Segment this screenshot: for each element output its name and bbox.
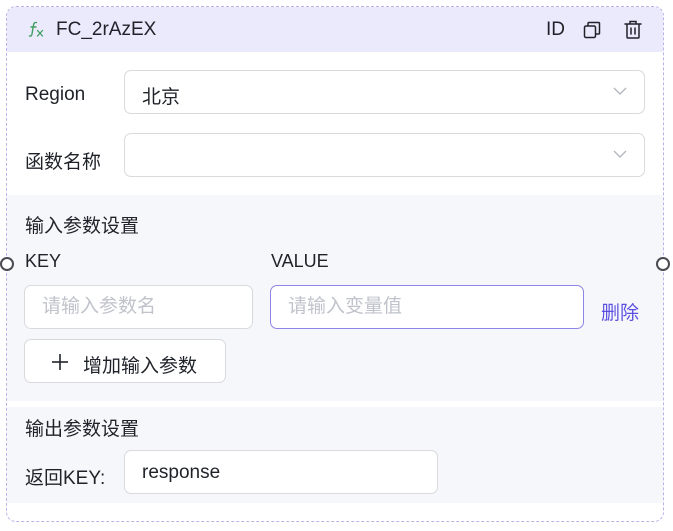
region-label: Region: [25, 84, 86, 105]
id-button[interactable]: ID: [546, 19, 565, 41]
delete-param-link[interactable]: 删除: [601, 298, 639, 325]
return-key-input[interactable]: response: [124, 450, 438, 494]
region-select[interactable]: 北京: [124, 70, 645, 114]
function-node[interactable]: FC_2rAzEX ID Region 北京 函数名称 输入参数设置 KEY V…: [6, 6, 664, 522]
value-column-header: VALUE: [271, 251, 329, 271]
chevron-down-icon: [613, 150, 627, 158]
region-select-value: 北京: [142, 87, 181, 108]
output-params-title: 输出参数设置: [25, 419, 140, 440]
chevron-down-icon: [613, 87, 627, 95]
return-key-label: 返回KEY:: [25, 468, 106, 489]
add-input-param-button[interactable]: 增加输入参数: [24, 339, 226, 383]
input-params-title: 输入参数设置: [25, 216, 140, 237]
node-header[interactable]: FC_2rAzEX ID: [7, 7, 663, 52]
function-name-select[interactable]: [124, 133, 645, 177]
input-connection-handle[interactable]: [0, 257, 14, 271]
return-key-value: response: [142, 462, 221, 483]
param-value-input[interactable]: [270, 285, 584, 329]
trash-icon[interactable]: [624, 20, 642, 39]
node-title: FC_2rAzEX: [56, 19, 157, 40]
input-params-section: 输入参数设置 KEY VALUE 删除 增加输入参数: [7, 195, 663, 401]
add-input-param-label: 增加输入参数: [83, 356, 198, 377]
function-name-label: 函数名称: [25, 152, 102, 173]
key-column-header: KEY: [25, 251, 62, 271]
plus-icon: [52, 354, 68, 370]
fx-icon: [28, 21, 44, 37]
output-connection-handle[interactable]: [656, 257, 670, 271]
param-key-input[interactable]: [24, 285, 253, 329]
copy-icon[interactable]: [583, 21, 601, 39]
output-params-section: 输出参数设置 返回KEY: response: [7, 407, 663, 503]
